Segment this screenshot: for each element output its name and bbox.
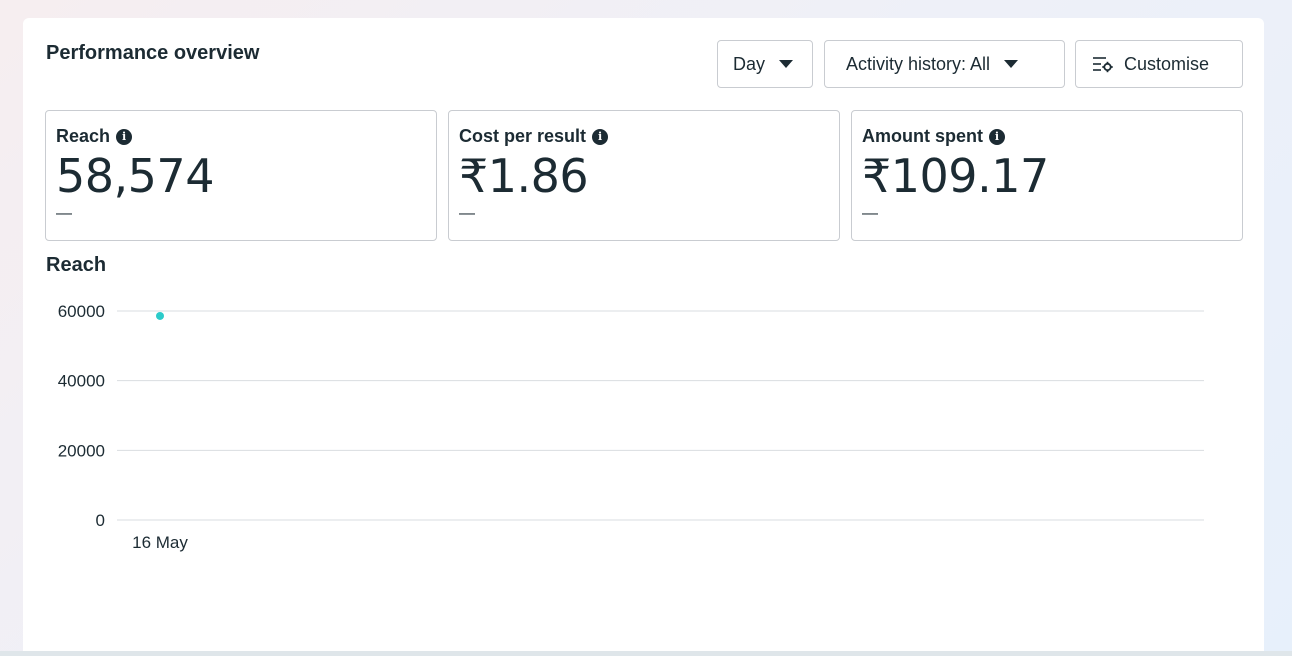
data-point[interactable]	[156, 311, 164, 320]
y-tick-label: 20000	[58, 441, 105, 460]
y-tick-label: 40000	[58, 372, 105, 391]
y-tick-label: 0	[96, 511, 105, 530]
page-bottom-edge	[0, 651, 1292, 656]
y-tick-label: 60000	[58, 302, 105, 321]
x-tick-label: 16 May	[132, 533, 188, 552]
reach-chart: 0 20000 40000 60000 16 May	[58, 302, 1204, 552]
